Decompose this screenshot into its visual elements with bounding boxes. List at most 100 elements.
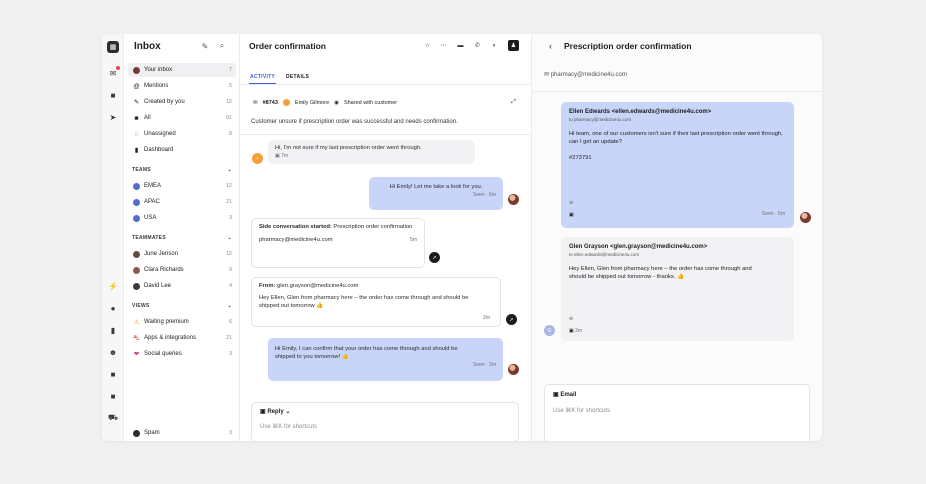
bulb-icon[interactable]: ●	[107, 302, 119, 314]
message-text: Hi Emily! Let me take a look for you.	[389, 184, 483, 190]
reports-icon[interactable]: ▮	[107, 324, 119, 336]
sidebar-item-june[interactable]: June Jenson 12	[128, 247, 236, 261]
views-header[interactable]: VIEWS ⌄	[132, 303, 232, 309]
agent-avatar	[508, 364, 519, 375]
expand-icon[interactable]: ⤢	[508, 97, 519, 108]
side-conversation-pane: ‹ Prescription order confirmation ✉ phar…	[532, 34, 822, 441]
inbox-sidebar: Inbox ✎ ⌕ Your inbox 7 @ Mentions 5 ✎ Cr…	[124, 34, 240, 441]
sidebar-item-created[interactable]: ✎ Created by you 12	[128, 95, 236, 109]
sidebar-item-usa[interactable]: USA 3	[128, 211, 236, 225]
book-icon[interactable]: ■	[107, 390, 119, 402]
assign-user-icon[interactable]: ♟	[508, 40, 519, 51]
sidebar-item-clara[interactable]: Clara Richards 9	[128, 263, 236, 277]
cart-icon[interactable]: ⛟	[107, 412, 119, 424]
unassigned-icon: ◌	[134, 130, 139, 138]
ticket-summary: Customer unsure if prescription order wa…	[251, 119, 458, 125]
user-avatar-icon	[132, 66, 141, 74]
sidebar-item-social[interactable]: ❤ Social queries 3	[128, 347, 236, 361]
customer-avatar: •	[252, 153, 263, 164]
tab-details[interactable]: DETAILS	[286, 74, 309, 80]
message-time: ▣ 7m	[275, 152, 468, 160]
chevron-down-icon: ⌄	[227, 235, 232, 241]
divider	[240, 134, 532, 135]
teammates-header[interactable]: TEAMMATES ⌄	[132, 235, 232, 241]
tab-activity[interactable]: ACTIVITY	[250, 74, 275, 80]
recipient-line: ✉ pharmacy@medicine4u.com	[544, 71, 627, 78]
more-icon[interactable]: ⋯	[438, 40, 449, 51]
compose-mode: ▣ Email	[553, 391, 576, 398]
chevron-down-icon: ⌄	[227, 167, 232, 173]
side-conversation-heading: Side conversation started: Prescription …	[259, 223, 417, 231]
sidebar-item-waiting[interactable]: ⚠ Waiting premium 6	[128, 315, 236, 329]
app-logo-icon[interactable]: ▦	[107, 41, 119, 53]
email-body: Hey Ellen, Glen from pharmacy here – the…	[569, 266, 752, 280]
snooze-icon[interactable]: ◐	[489, 40, 500, 51]
social-icon: ❤	[133, 351, 140, 358]
globe-icon	[132, 182, 141, 190]
knowledge-icon[interactable]: ■	[107, 89, 119, 101]
sidebar-item-dashboard[interactable]: ▮ Dashboard	[128, 143, 236, 157]
app-rail: ▦ ✉ ■ ➤ ⚡ ● ▮ ☻ ■ ■ ⛟	[102, 34, 124, 441]
contacts-icon[interactable]: ☻	[107, 346, 119, 358]
ticket-icon[interactable]: ▬	[455, 40, 466, 51]
message-time: Seen · 6m	[472, 192, 496, 198]
reply-input[interactable]: Use ⌘K for shortcuts	[260, 423, 317, 430]
app-window: ▦ ✉ ■ ➤ ⚡ ● ▮ ☻ ■ ■ ⛟ Inbox ✎ ⌕ Your inb…	[102, 34, 822, 441]
ellipsis-icon[interactable]: ⊖	[569, 199, 573, 207]
messages-icon[interactable]: ■	[107, 368, 119, 380]
sidebar-item-emea[interactable]: EMEA 12	[128, 179, 236, 193]
shared-status: Shared with customer	[343, 99, 398, 106]
back-chevron-icon[interactable]: ‹	[549, 41, 552, 51]
compose-icon[interactable]: ✎	[200, 41, 210, 51]
spam-icon	[132, 429, 141, 437]
star-icon[interactable]: ☆	[422, 40, 433, 51]
ticket-id[interactable]: #8743	[263, 100, 278, 106]
agent-avatar	[800, 212, 811, 223]
warning-icon: ⚠	[133, 319, 140, 326]
search-icon[interactable]: ⌕	[217, 41, 227, 51]
from-address: glen.grayson@medicine4u.com	[275, 283, 359, 289]
side-conversation-icon: ➚	[429, 252, 440, 263]
message-time-value: 7m	[281, 153, 289, 159]
email-composer[interactable]: ▣ Email Use ⌘K for shortcuts	[544, 384, 810, 441]
envelope-icon: ✉	[253, 99, 258, 106]
message-text: Hi Emily, I can confirm that your order …	[275, 346, 458, 360]
email-to: to ellen.edwards@medicine4u.com	[569, 252, 640, 257]
relayed-email-card[interactable]: From: glen.grayson@medicine4u.com Hey El…	[251, 277, 501, 327]
email-from: Glen Grayson <glen.grayson@medicine4u.co…	[569, 244, 708, 250]
sidebar-item-david[interactable]: David Lee 4	[128, 279, 236, 293]
agent-message: Hi Emily! Let me take a look for you. Se…	[369, 177, 503, 210]
sidebar-item-mentions[interactable]: @ Mentions 5	[128, 79, 236, 93]
relayed-email-from: From: glen.grayson@medicine4u.com	[259, 282, 493, 290]
send-icon[interactable]: ➤	[107, 111, 119, 123]
phone-icon[interactable]: ✆	[472, 40, 483, 51]
sidebar-item-apac[interactable]: APAC 21	[128, 195, 236, 209]
side-conversation-email: pharmacy@medicine4u.com	[259, 237, 333, 243]
assignee-name[interactable]: Emily Gilmore	[295, 100, 329, 106]
reply-composer[interactable]: ▣ Reply ⌄ Use ⌘K for shortcuts	[251, 402, 519, 441]
side-conversation-card[interactable]: Side conversation started: Prescription …	[251, 218, 425, 268]
inbox-icon[interactable]: ✉	[107, 66, 120, 79]
sidebar-item-apps[interactable]: ⛍ Apps & integrations 21	[128, 331, 236, 345]
teams-header[interactable]: TEAMS ⌄	[132, 167, 232, 173]
avatar	[132, 250, 141, 258]
bolt-icon[interactable]: ⚡	[107, 280, 119, 292]
sidebar-item-spam[interactable]: Spam 3	[128, 426, 236, 440]
chevron-down-icon: ⌄	[283, 409, 291, 415]
globe-icon	[132, 198, 141, 206]
reply-mode-selector[interactable]: ▣ Reply ⌄	[260, 408, 290, 415]
divider	[240, 84, 532, 85]
sidebar-item-all[interactable]: ☻ All 91	[128, 111, 236, 125]
car-icon: ⛍	[133, 334, 140, 342]
sidebar-item-your-inbox[interactable]: Your inbox 7	[128, 63, 236, 77]
eye-icon: ◉	[334, 99, 339, 106]
agent-message: Hi Emily, I can confirm that your order …	[268, 338, 503, 381]
side-conversation-footer: pharmacy@medicine4u.com 5m	[259, 236, 417, 244]
message-text: Hi, I'm not sure if my last prescription…	[275, 145, 422, 151]
ellipsis-icon[interactable]: ⊖	[569, 315, 573, 323]
email-from: Ellen Edwards <ellen.edwards@medicine4u.…	[569, 109, 712, 115]
compose-input[interactable]: Use ⌘K for shortcuts	[553, 407, 610, 414]
sidebar-item-unassigned[interactable]: ◌ Unassigned 8	[128, 127, 236, 141]
recipient-address: pharmacy@medicine4u.com	[550, 72, 627, 78]
side-conversation-subject: Prescription order confirmation	[331, 224, 413, 230]
